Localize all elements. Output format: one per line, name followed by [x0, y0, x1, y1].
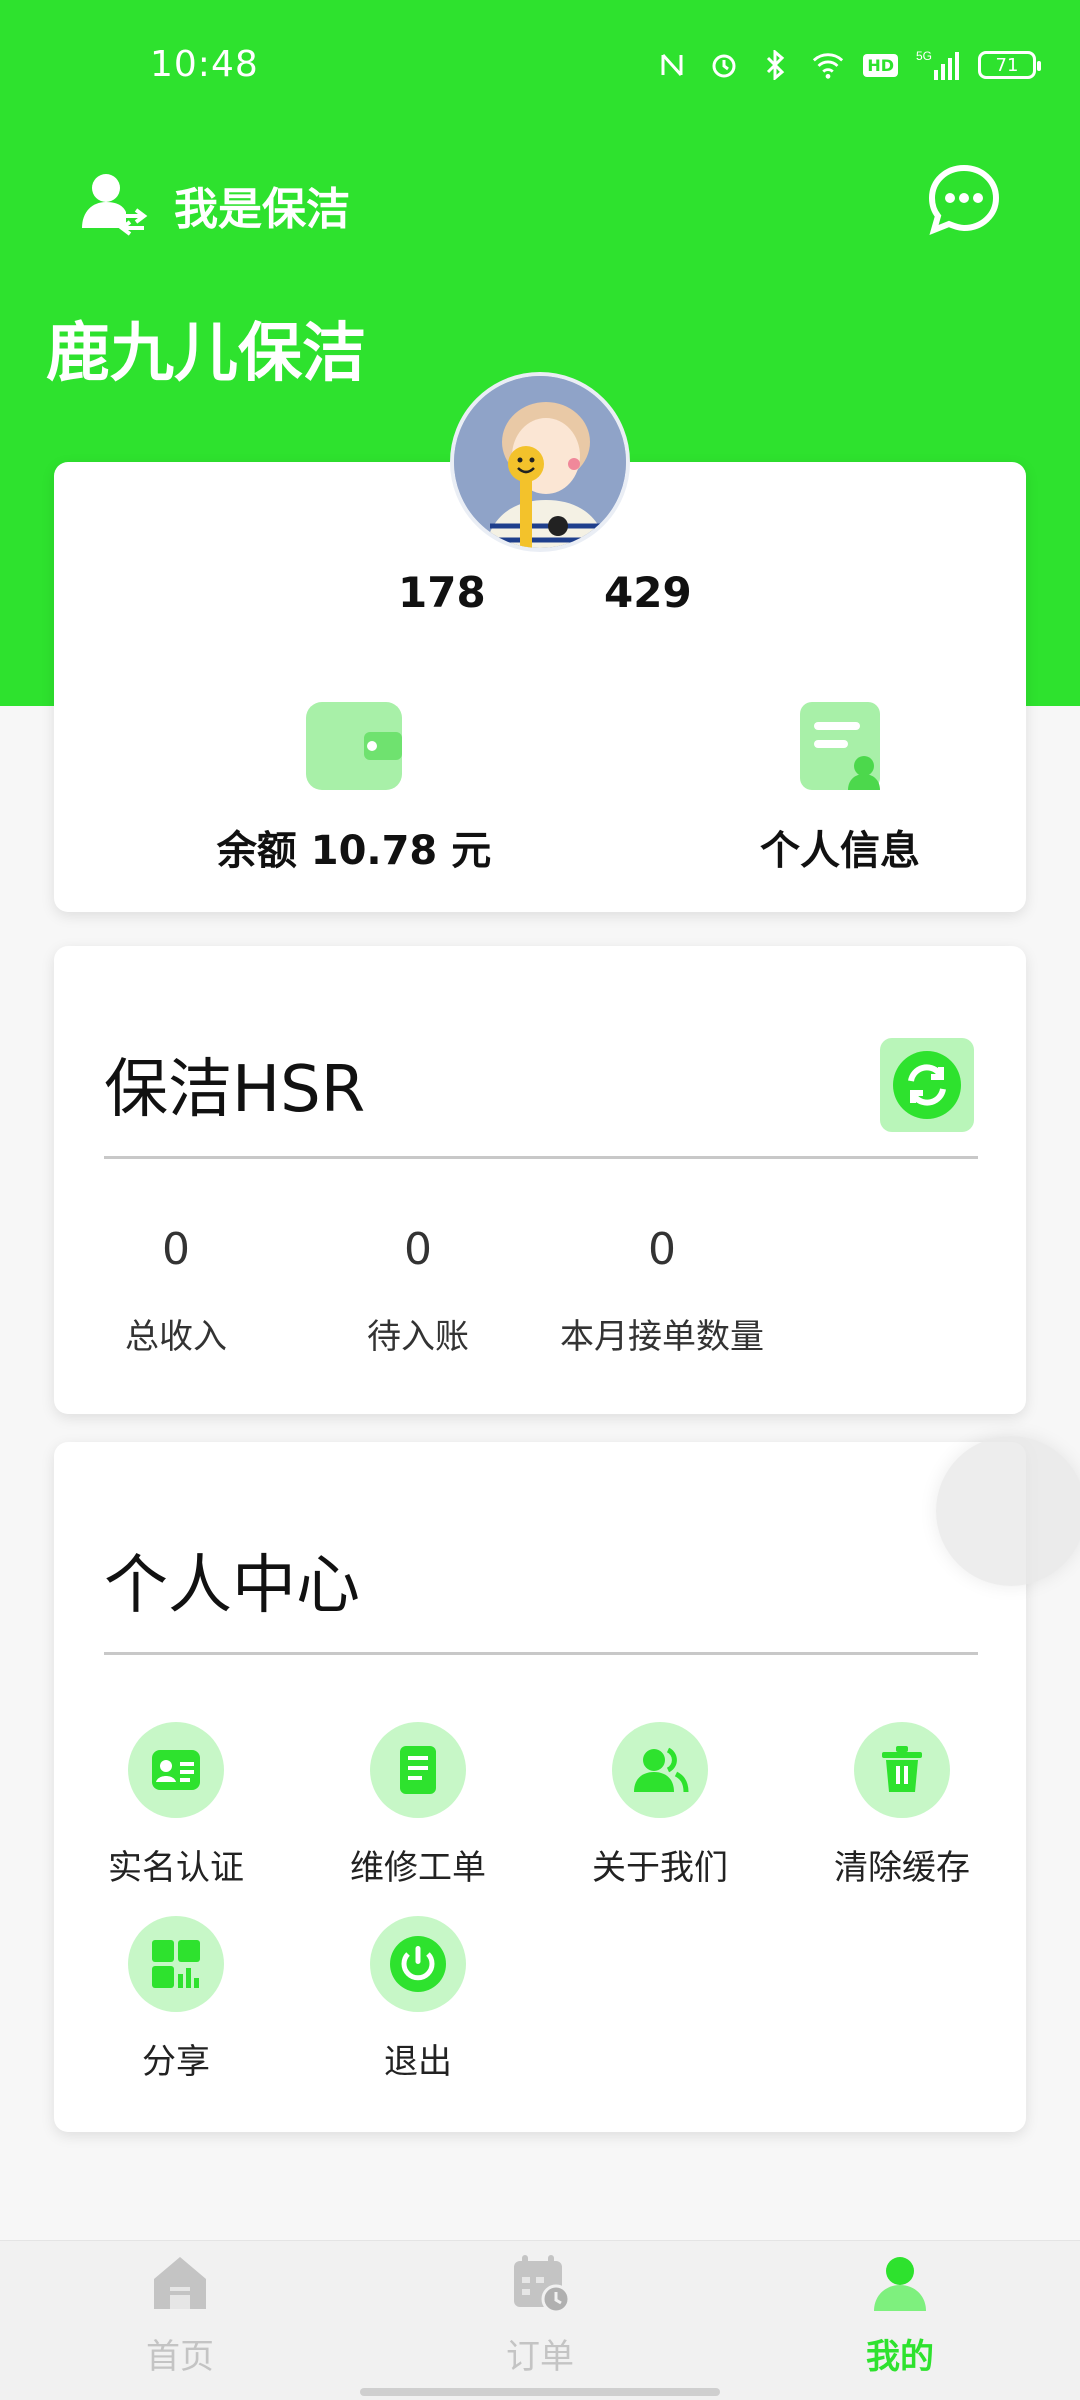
stat-monthly-orders[interactable]: 0 本月接单数量: [532, 1224, 792, 1358]
balance-prefix: 余额: [216, 828, 297, 874]
shop-name: 鹿九儿保洁: [46, 317, 366, 391]
alarm-icon: [707, 48, 741, 82]
menu-repair-orders[interactable]: 维修工单: [308, 1722, 528, 1889]
menu-label: 退出: [384, 2042, 452, 2082]
menu-label: 实名认证: [108, 1848, 244, 1888]
menu-label: 清除缓存: [834, 1848, 970, 1888]
home-icon: [148, 2251, 212, 2315]
trash-icon: [854, 1722, 950, 1818]
svg-text:5G: 5G: [916, 49, 932, 63]
nav-label: 订单: [506, 2337, 574, 2377]
hsr-title: 保洁HSR: [104, 1053, 366, 1127]
status-time: 10:48: [150, 44, 259, 85]
id-card-icon: [128, 1722, 224, 1818]
menu-label: 维修工单: [350, 1848, 486, 1888]
power-icon: [370, 1916, 466, 2012]
personal-info-entry[interactable]: 个人信息: [640, 702, 1040, 876]
battery-indicator: 71: [978, 51, 1041, 79]
home-indicator: [360, 2388, 720, 2396]
menu-label: 关于我们: [592, 1848, 728, 1888]
user-icon: [868, 2251, 932, 2315]
calendar-icon: [508, 2251, 572, 2315]
role-switch[interactable]: 我是保洁: [78, 168, 350, 242]
stat-label: 总收入: [125, 1317, 227, 1357]
hd-badge: HD: [863, 53, 898, 77]
menu-real-name-auth[interactable]: 实名认证: [66, 1722, 286, 1889]
wallet-icon: [306, 702, 402, 790]
menu-share[interactable]: 分享: [66, 1916, 286, 2083]
switch-user-icon: [78, 168, 148, 242]
profile-document-icon: [792, 702, 888, 790]
role-label: 我是保洁: [174, 184, 350, 235]
stat-value: 0: [404, 1224, 432, 1275]
share-grid-icon: [128, 1916, 224, 2012]
nav-mine[interactable]: 我的: [800, 2251, 1000, 2378]
bottom-navigation: 首页 订单 我的: [0, 2240, 1080, 2400]
balance-text: 余额 10.78 元: [154, 818, 554, 876]
signal-icon: 5G: [916, 48, 960, 82]
stat-total-income[interactable]: 0 总收入: [46, 1224, 306, 1358]
stat-left: 178: [398, 568, 486, 617]
nav-orders[interactable]: 订单: [440, 2251, 640, 2378]
personal-info-label: 个人信息: [760, 828, 920, 874]
stat-pending[interactable]: 0 待入账: [288, 1224, 548, 1358]
chat-bubble-icon: [928, 164, 1000, 236]
stat-label: 本月接单数量: [560, 1317, 764, 1357]
menu-label: 分享: [142, 2042, 210, 2082]
status-icons: HD 5G 71: [655, 48, 1041, 82]
nav-label: 我的: [866, 2337, 934, 2377]
balance-value: 10.78: [310, 828, 438, 874]
stat-label: 待入账: [367, 1317, 469, 1357]
stat-value: 0: [162, 1224, 190, 1275]
avatar-image: [454, 376, 626, 548]
menu-logout[interactable]: 退出: [308, 1916, 528, 2083]
stat-right: 429: [604, 568, 692, 617]
hsr-card: 保洁HSR 0 总收入 0 待入账 0 本月接单数量: [54, 946, 1026, 1414]
avatar[interactable]: [450, 372, 630, 552]
wifi-icon: [811, 48, 845, 82]
center-title: 个人中心: [104, 1549, 360, 1623]
nav-label: 首页: [146, 2337, 214, 2377]
document-icon: [370, 1722, 466, 1818]
floating-assistive-ball[interactable]: [936, 1436, 1080, 1586]
message-button[interactable]: [926, 162, 1002, 238]
status-bar: 10:48 HD 5G 71: [0, 0, 1080, 130]
nav-home[interactable]: 首页: [80, 2251, 280, 2378]
balance-entry[interactable]: 余额 10.78 元: [154, 702, 554, 876]
nfc-icon: [655, 48, 689, 82]
users-icon: [612, 1722, 708, 1818]
bluetooth-icon: [759, 48, 793, 82]
balance-unit: 元: [451, 828, 492, 874]
refresh-button[interactable]: [880, 1038, 974, 1132]
center-divider: [104, 1652, 978, 1655]
hsr-divider: [104, 1156, 978, 1159]
menu-about-us[interactable]: 关于我们: [550, 1722, 770, 1889]
refresh-icon: [893, 1051, 961, 1119]
menu-clear-cache[interactable]: 清除缓存: [792, 1722, 1012, 1889]
stat-value: 0: [648, 1224, 676, 1275]
